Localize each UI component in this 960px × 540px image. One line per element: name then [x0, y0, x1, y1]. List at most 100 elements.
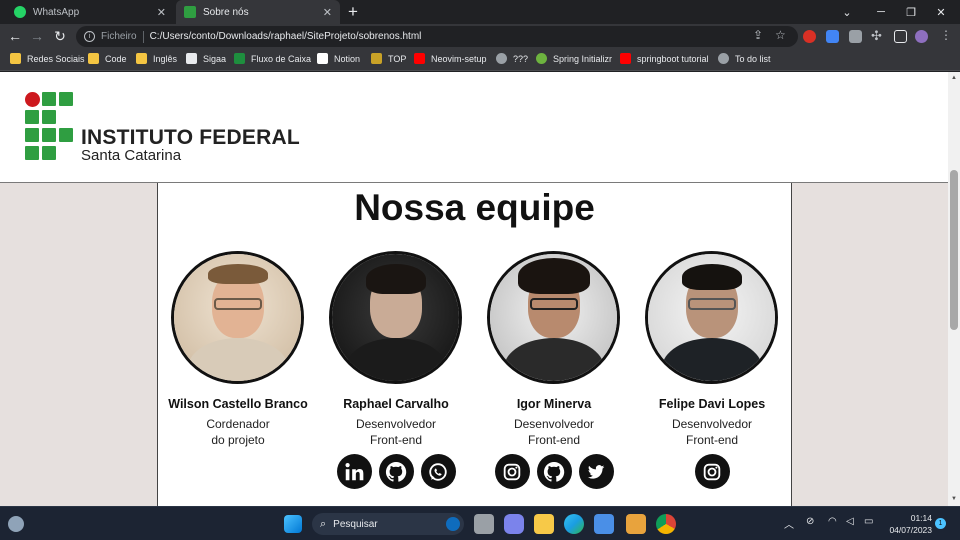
share-icon[interactable]: ⇪ — [753, 28, 763, 42]
folder-icon — [136, 53, 147, 64]
photo-hair — [208, 264, 268, 284]
bookmark-notion[interactable]: Notion — [317, 53, 360, 64]
team-member-card: Felipe Davi Lopes Desenvolvedor Front-en… — [632, 251, 792, 506]
github-icon[interactable] — [378, 454, 414, 489]
notion-icon — [317, 53, 328, 64]
whatsapp-icon[interactable] — [420, 454, 456, 489]
file-explorer-icon[interactable] — [534, 514, 554, 534]
social-links — [316, 454, 476, 489]
bookmark-label: ??? — [513, 53, 529, 64]
tab-strip: WhatsApp ✕ Sobre nós ✕ + ⌄ ─ ❐ ✕ — [0, 0, 960, 24]
github-icon[interactable] — [536, 454, 572, 489]
close-window-button[interactable]: ✕ — [924, 0, 958, 24]
bookmark-code[interactable]: Code — [88, 53, 127, 64]
bookmark-question[interactable]: ??? — [496, 53, 528, 64]
bookmark-label: Sigaa — [203, 53, 227, 64]
tray-chevron-icon[interactable]: ︿ — [784, 516, 794, 531]
member-photo — [487, 251, 620, 384]
tab-sobre-nos[interactable]: Sobre nós ✕ — [176, 0, 340, 24]
team-member-card: Igor Minerva Desenvolvedor Front-end — [474, 251, 634, 506]
profile-avatar[interactable] — [915, 30, 928, 43]
bookmark-spring-initializr[interactable]: Spring Initializr — [536, 53, 612, 64]
bookmark-to-do-list[interactable]: To do list — [718, 53, 771, 64]
sheets-icon — [234, 53, 245, 64]
logo-square — [25, 128, 39, 142]
logo-square — [25, 110, 39, 124]
wifi-icon[interactable]: ◠ — [828, 516, 837, 527]
translate-extension-icon[interactable] — [826, 30, 839, 43]
member-photo — [329, 251, 462, 384]
chrome-taskbar-icon[interactable] — [656, 514, 676, 534]
logo-square — [42, 110, 56, 124]
bookmark-springboot-tutorial[interactable]: springboot tutorial — [620, 53, 709, 64]
network-off-icon[interactable]: ⊘ — [806, 516, 814, 527]
maximize-button[interactable]: ❐ — [894, 0, 928, 24]
weather-icon[interactable] — [8, 516, 24, 532]
bookmark-neovim-setup[interactable]: Neovim-setup — [414, 53, 487, 64]
member-name: Wilson Castello Branco — [168, 397, 308, 411]
member-name: Igor Minerva — [516, 397, 592, 411]
tab-close-button[interactable]: ✕ — [157, 6, 166, 19]
scroll-up-arrow-icon[interactable]: ▲ — [951, 75, 957, 81]
bookmark-top[interactable]: TOP — [371, 53, 406, 64]
extension-m-icon[interactable] — [849, 30, 862, 43]
linkedin-icon[interactable] — [336, 454, 372, 489]
clock-time: 01:14 — [910, 513, 932, 523]
instagram-icon[interactable] — [694, 454, 730, 489]
photo-hair — [682, 264, 742, 290]
page-scrollbar[interactable]: ▲ ▼ — [948, 72, 960, 506]
scrollbar-thumb[interactable] — [950, 170, 958, 330]
windows-start-icon[interactable] — [284, 515, 302, 533]
side-panel-icon[interactable] — [894, 30, 907, 43]
bookmark-ingles[interactable]: Inglês — [136, 53, 177, 64]
instagram-icon[interactable] — [494, 454, 530, 489]
volume-muted-icon[interactable]: ◁ — [846, 516, 854, 527]
bookmark-sigaa[interactable]: Sigaa — [186, 53, 226, 64]
tab-close-button[interactable]: ✕ — [323, 6, 332, 19]
site-info-icon[interactable]: i — [84, 31, 95, 42]
tab-title: Sobre nós — [203, 6, 249, 18]
extensions-puzzle-icon[interactable]: ✣ — [871, 28, 882, 44]
photo-glasses — [214, 298, 262, 310]
back-button[interactable]: ← — [6, 27, 24, 45]
tab-whatsapp[interactable]: WhatsApp ✕ — [6, 0, 174, 24]
member-role: Cordenador do projeto — [158, 416, 318, 448]
address-bar[interactable]: i Ficheiro C:/Users/conto/Downloads/raph… — [76, 26, 798, 47]
bookmark-star-icon[interactable]: ☆ — [775, 28, 786, 42]
forward-button[interactable]: → — [28, 27, 46, 45]
extension-red-icon[interactable] — [803, 30, 816, 43]
search-icon: ⌕ — [320, 517, 327, 530]
address-divider — [142, 30, 144, 43]
social-links — [474, 454, 634, 489]
taskbar-clock[interactable]: 01:14 04/07/2023 — [884, 512, 932, 536]
scroll-down-arrow-icon[interactable]: ▼ — [951, 496, 957, 502]
bookmark-redes-sociais[interactable]: Redes Sociais — [10, 53, 85, 64]
logo-square — [59, 128, 73, 142]
bing-icon — [446, 517, 460, 531]
twitter-icon[interactable] — [578, 454, 614, 489]
task-view-icon[interactable] — [474, 514, 494, 534]
bookmarks-bar: Redes Sociais Code Inglês Sigaa Fluxo de… — [0, 49, 960, 71]
bookmark-fluxo-de-caixa[interactable]: Fluxo de Caixa — [234, 53, 311, 64]
new-tab-button[interactable]: + — [348, 2, 358, 22]
social-links — [632, 454, 792, 489]
team-member-card: Wilson Castello Branco Cordenador do pro… — [158, 251, 318, 506]
member-role-line: do projeto — [211, 433, 265, 447]
bookmark-label: Fluxo de Caixa — [251, 53, 312, 64]
taskbar-search-input[interactable]: ⌕ Pesquisar — [312, 513, 464, 535]
edge-browser-icon[interactable] — [564, 514, 584, 534]
member-role-line: Desenvolvedor — [671, 417, 753, 431]
spring-icon — [536, 53, 547, 64]
microsoft-store-icon[interactable] — [594, 514, 614, 534]
reload-button[interactable]: ↻ — [51, 27, 69, 45]
ifsc-logo[interactable]: INSTITUTO FEDERAL Santa Catarina — [25, 92, 300, 164]
browser-toolbar: ← → ↻ i Ficheiro C:/Users/conto/Download… — [0, 24, 960, 49]
notification-badge[interactable]: 1 — [935, 518, 946, 529]
teams-chat-icon[interactable] — [504, 514, 524, 534]
app-icon[interactable] — [626, 514, 646, 534]
tab-search-button[interactable]: ⌄ — [830, 0, 864, 24]
minimize-button[interactable]: ─ — [864, 0, 898, 24]
battery-icon[interactable]: ▭ — [864, 516, 873, 527]
menu-dots-icon[interactable]: ⋮ — [940, 28, 952, 42]
logo-square — [42, 92, 56, 106]
